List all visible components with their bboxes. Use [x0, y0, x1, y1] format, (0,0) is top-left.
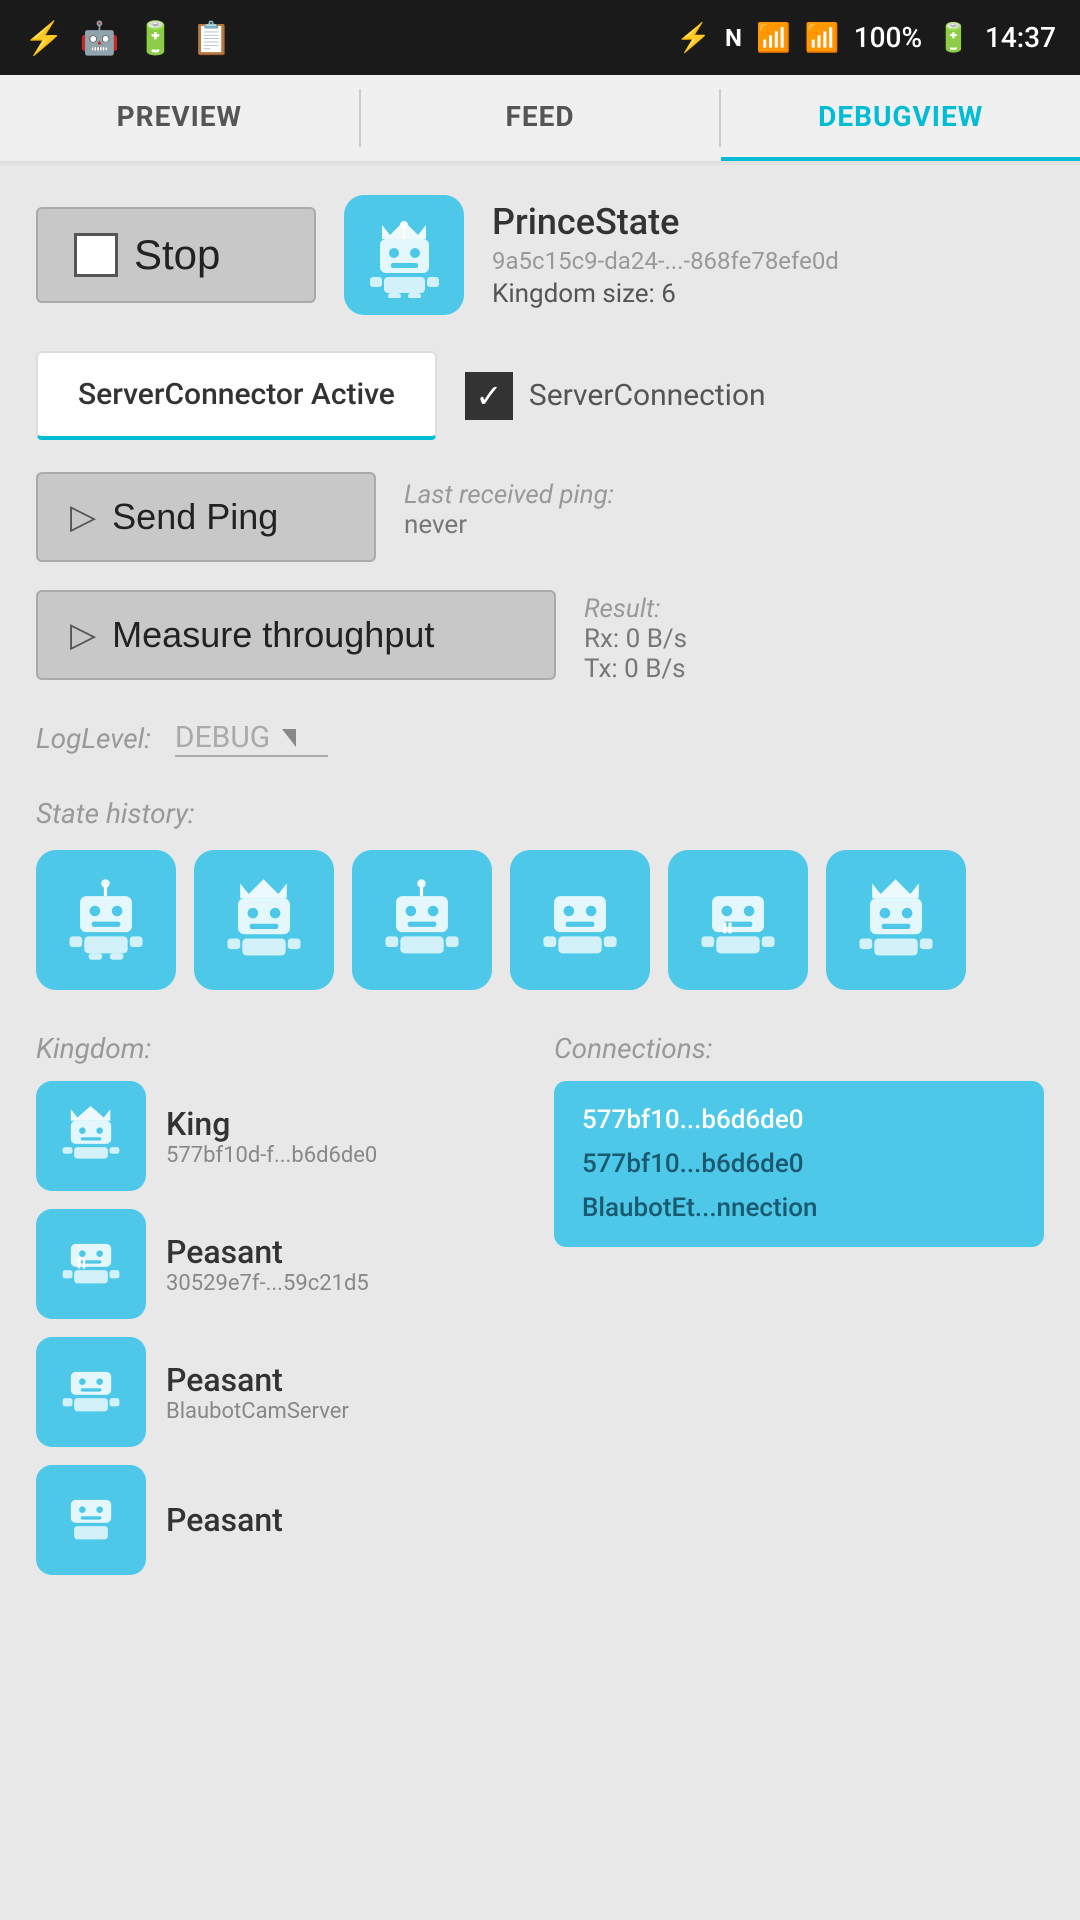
state-icon-2	[352, 850, 492, 990]
prince-name: PrinceState	[492, 201, 839, 243]
kingdom-item-peasant2: Peasant BlaubotCamServer	[36, 1337, 526, 1447]
server-connection-check: ✓ ServerConnection	[465, 372, 766, 420]
peasant2-avatar	[36, 1337, 146, 1447]
stop-label: Stop	[134, 231, 220, 279]
last-received-label: Last received ping:	[404, 480, 614, 510]
king-id: 577bf10d-f...b6d6de0	[166, 1143, 377, 1168]
log-level-label: LogLevel:	[36, 722, 151, 755]
throughput-icon: ▷	[70, 615, 96, 655]
status-bar-right: ⚡ N 📶 📶 100% 🔋 14:37	[676, 21, 1056, 54]
kingdom-item-king: King 577bf10d-f...b6d6de0	[36, 1081, 526, 1191]
peasant3-role: Peasant	[166, 1501, 283, 1539]
king-avatar	[36, 1081, 146, 1191]
dropdown-arrow-icon	[282, 729, 296, 747]
server-connector-row: ServerConnector Active ✓ ServerConnectio…	[36, 351, 1044, 440]
log-level-select[interactable]: DEBUG	[175, 720, 328, 757]
peasant1-avatar	[36, 1209, 146, 1319]
measure-throughput-button[interactable]: ▷ Measure throughput	[36, 590, 556, 680]
peasant1-role: Peasant	[166, 1233, 369, 1271]
peasant2-role: Peasant	[166, 1361, 349, 1399]
state-history-label: State history:	[36, 797, 1044, 830]
send-ping-icon: ▷	[70, 497, 96, 537]
kingdom-section: Kingdom: King 577bf10d-f..	[36, 1032, 526, 1593]
usb-icon: ⚡	[24, 19, 64, 57]
log-level-row: LogLevel: DEBUG	[36, 720, 1044, 757]
prince-robot-svg	[362, 213, 447, 298]
kingdom-item-peasant3: Peasant	[36, 1465, 526, 1575]
stop-checkbox	[74, 233, 118, 277]
throughput-row: ▷ Measure throughput Result: Rx: 0 B/s T…	[36, 590, 1044, 684]
tab-debugview[interactable]: DEBUGVIEW	[721, 75, 1080, 161]
peasant1-info: Peasant 30529e7f-...59c21d5	[166, 1233, 369, 1296]
king-role: King	[166, 1105, 377, 1143]
clock: 14:37	[985, 21, 1056, 54]
throughput-label: Measure throughput	[112, 614, 434, 656]
nfc-icon: N	[725, 24, 742, 52]
last-received-value: never	[404, 510, 614, 540]
state-history-section: State history:	[36, 797, 1044, 990]
prince-info: PrinceState 9a5c15c9-da24-...-868fe78efe…	[492, 201, 839, 309]
signal-icon: 📶	[805, 21, 840, 54]
peasant3-info: Peasant	[166, 1501, 283, 1539]
king-info: King 577bf10d-f...b6d6de0	[166, 1105, 377, 1168]
peasant1-id: 30529e7f-...59c21d5	[166, 1271, 369, 1296]
prince-id: 9a5c15c9-da24-...-868fe78efe0d	[492, 247, 839, 275]
battery-icon: 🔋	[136, 19, 176, 57]
send-ping-label: Send Ping	[112, 496, 278, 538]
peasant2-info: Peasant BlaubotCamServer	[166, 1361, 349, 1424]
send-ping-button[interactable]: ▷ Send Ping	[36, 472, 376, 562]
connection-entry-0[interactable]: 577bf10...b6d6de0	[582, 1105, 1016, 1135]
peasant2-id: BlaubotCamServer	[166, 1399, 349, 1424]
rx-value: Rx: 0 B/s	[584, 624, 687, 654]
result-label: Result:	[584, 594, 687, 624]
server-connection-label: ServerConnection	[529, 378, 766, 413]
bluetooth-icon: ⚡	[676, 21, 711, 54]
status-bar: ⚡ 🤖 🔋 📋 ⚡ N 📶 📶 100% 🔋 14:37	[0, 0, 1080, 75]
server-connection-checkbox[interactable]: ✓	[465, 372, 513, 420]
state-icon-0	[36, 850, 176, 990]
connections-label: Connections:	[554, 1032, 1044, 1065]
tx-value: Tx: 0 B/s	[584, 654, 687, 684]
doc-icon: 📋	[192, 19, 232, 57]
peasant3-avatar	[36, 1465, 146, 1575]
android-icon: 🤖	[80, 19, 120, 57]
server-connector-tab[interactable]: ServerConnector Active	[36, 351, 437, 440]
connections-box: 577bf10...b6d6de0 577bf10...b6d6de0 Blau…	[554, 1081, 1044, 1247]
state-icon-1	[194, 850, 334, 990]
kingdom-label: Kingdom:	[36, 1032, 526, 1065]
wifi-icon: 📶	[756, 21, 791, 54]
state-icon-4	[668, 850, 808, 990]
battery-full-icon: 🔋	[936, 21, 971, 54]
log-level-value: DEBUG	[175, 720, 270, 755]
bottom-section: Kingdom: King 577bf10d-f..	[36, 1032, 1044, 1593]
prince-state-icon	[344, 195, 464, 315]
kingdom-size: Kingdom size: 6	[492, 279, 839, 309]
connection-entry-1[interactable]: 577bf10...b6d6de0	[582, 1149, 1016, 1179]
state-icon-3	[510, 850, 650, 990]
connections-section: Connections: 577bf10...b6d6de0 577bf10..…	[554, 1032, 1044, 1247]
status-bar-left: ⚡ 🤖 🔋 📋	[24, 19, 231, 57]
battery-percent: 100%	[854, 21, 922, 54]
tab-preview[interactable]: PREVIEW	[0, 75, 359, 161]
tab-feed[interactable]: FEED	[361, 75, 720, 161]
ping-info: Last received ping: never	[404, 472, 614, 540]
kingdom-item-peasant1: Peasant 30529e7f-...59c21d5	[36, 1209, 526, 1319]
result-info: Result: Rx: 0 B/s Tx: 0 B/s	[584, 590, 687, 684]
top-row: Stop	[36, 195, 1044, 315]
tab-bar: PREVIEW FEED DEBUGVIEW	[0, 75, 1080, 165]
send-ping-row: ▷ Send Ping Last received ping: never	[36, 472, 1044, 562]
state-icon-5	[826, 850, 966, 990]
connection-entry-2[interactable]: BlaubotEt...nnection	[582, 1193, 1016, 1223]
state-history-list	[36, 850, 1044, 990]
main-content: Stop	[0, 165, 1080, 1623]
stop-button[interactable]: Stop	[36, 207, 316, 303]
